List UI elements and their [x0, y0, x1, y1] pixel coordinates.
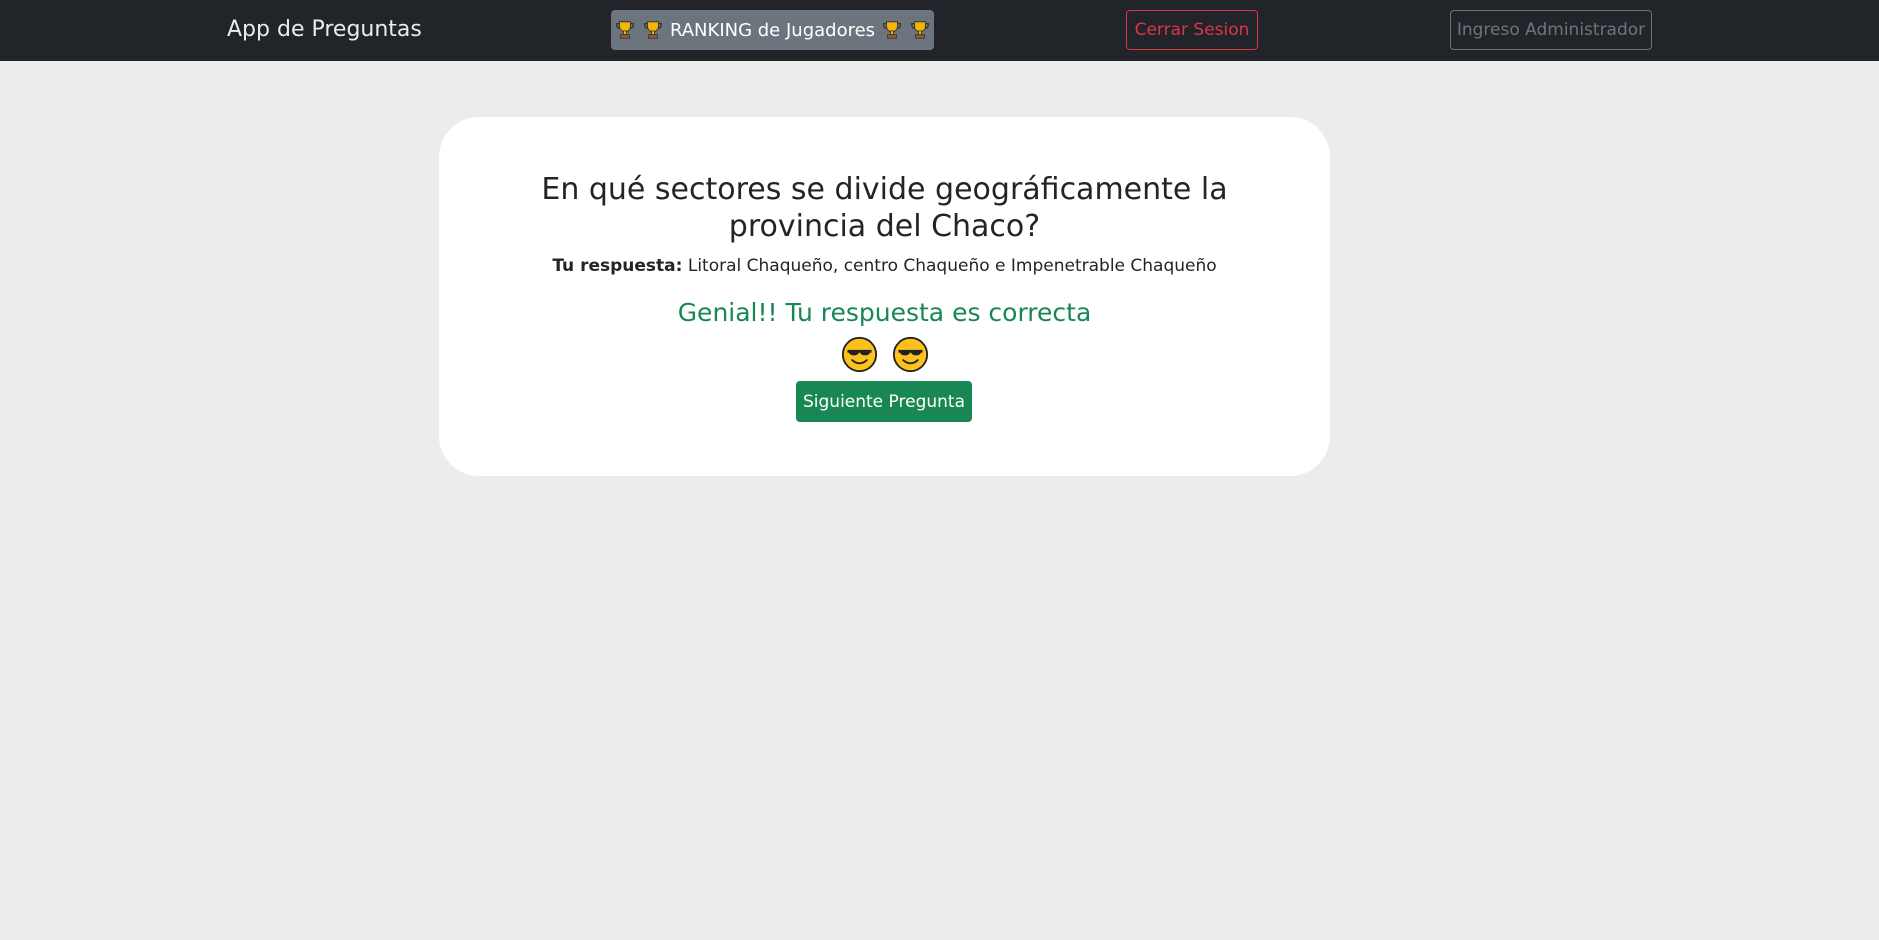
answer-value: Litoral Chaqueño, centro Chaqueño e Impe…: [687, 256, 1217, 276]
trophy-icon: [883, 21, 901, 39]
sunglasses-face-icon: [841, 336, 877, 373]
logout-button[interactable]: Cerrar Sesion: [1126, 10, 1258, 50]
trophy-icon: [644, 21, 662, 39]
answer-label: Tu respuesta:: [552, 256, 683, 276]
user-answer: Tu respuesta: Litoral Chaqueño, centro C…: [439, 255, 1330, 277]
question-title: En qué sectores se divide geográficament…: [541, 172, 1228, 244]
navbar: App de Preguntas RANKING de Jugadores Ce…: [0, 0, 1879, 61]
trophy-icon: [911, 21, 929, 39]
next-question-button[interactable]: Siguiente Pregunta: [796, 381, 972, 422]
trophy-icon: [616, 21, 634, 39]
ranking-label: RANKING de Jugadores: [669, 19, 876, 41]
emoji-row: [439, 336, 1330, 373]
question-card: En qué sectores se divide geográficament…: [439, 117, 1330, 476]
brand-link[interactable]: App de Preguntas: [227, 16, 422, 44]
sunglasses-face-icon: [892, 336, 928, 373]
result-message: Genial!! Tu respuesta es correcta: [677, 298, 1092, 327]
ranking-button[interactable]: RANKING de Jugadores: [611, 10, 934, 50]
admin-login-button[interactable]: Ingreso Administrador: [1450, 10, 1652, 50]
